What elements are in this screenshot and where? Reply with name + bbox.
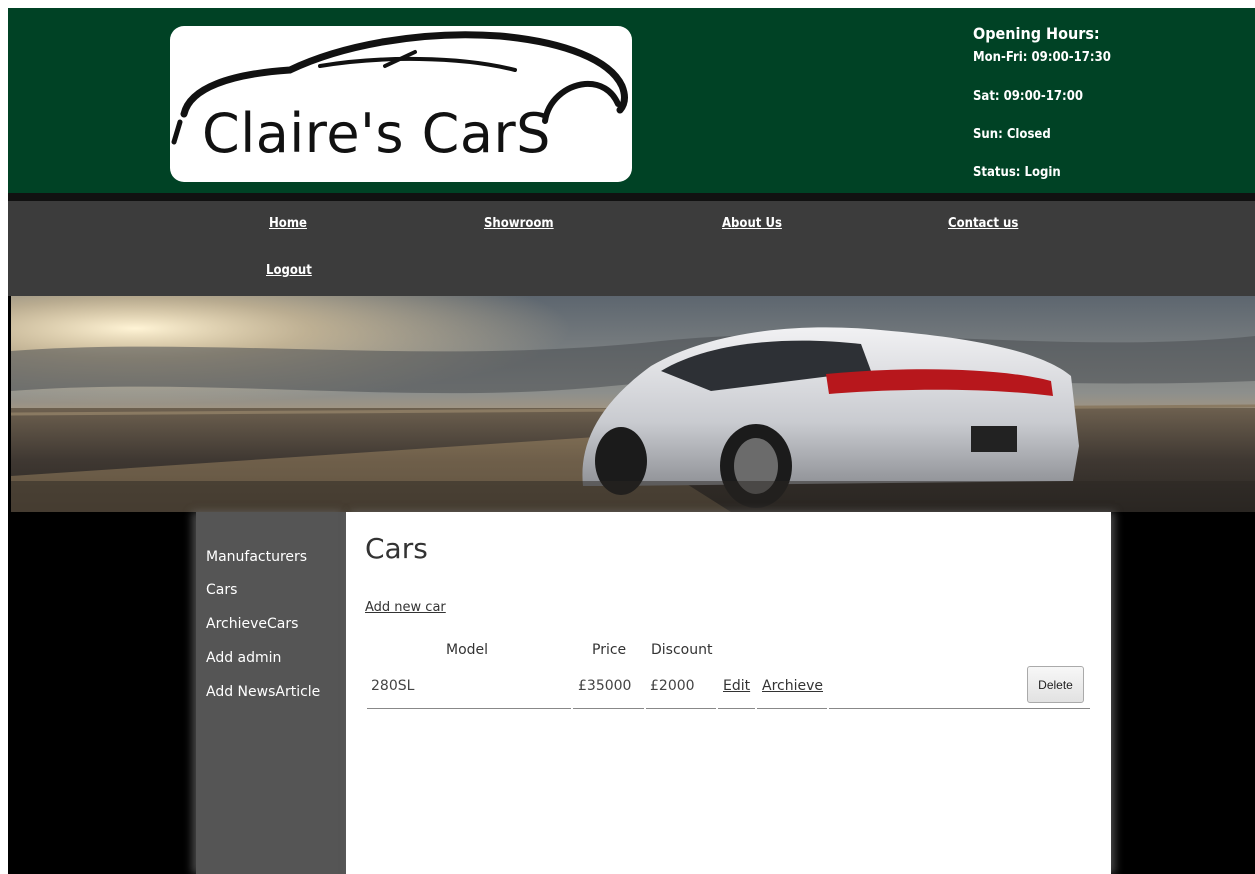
page-frame: Claire's CarS Opening Hours: Mon-Fri: 09… [8,8,1255,874]
hero-banner-image [11,296,1255,512]
row-divider [367,708,571,709]
cell-model: 280SL [371,678,415,694]
header-divider [8,193,1255,201]
nav-logout[interactable]: Logout [266,263,312,278]
add-new-car-link[interactable]: Add new car [365,600,446,615]
opening-hours-title: Opening Hours: [973,24,1100,43]
page-title: Cars [365,532,428,565]
archive-link[interactable]: Archieve [762,678,823,694]
row-divider [573,708,644,709]
hours-sunday: Sun: Closed [973,127,1051,142]
sidebar-item-add-news-article[interactable]: Add NewsArticle [206,684,320,700]
nav-contact-us[interactable]: Contact us [948,216,1018,231]
sidebar-item-add-admin[interactable]: Add admin [206,650,281,666]
hours-saturday: Sat: 09:00-17:00 [973,89,1083,104]
site-logo[interactable]: Claire's CarS [170,26,632,182]
row-divider [829,708,1090,709]
admin-sidebar: Manufacturers Cars ArchieveCars Add admi… [196,512,346,874]
nav-home[interactable]: Home [269,216,307,231]
sidebar-item-cars[interactable]: Cars [206,582,237,598]
nav-about-us[interactable]: About Us [722,216,782,231]
column-header-price: Price [592,642,627,658]
row-divider [757,708,827,709]
cell-price: £35000 [578,678,632,694]
cell-discount: £2000 [650,678,695,694]
column-header-discount: Discount [651,642,713,658]
row-divider [646,708,716,709]
hours-weekdays: Mon-Fri: 09:00-17:30 [973,50,1111,65]
main-content: Cars Add new car Model Price Discount 28… [346,512,1111,874]
nav-showroom[interactable]: Showroom [484,216,554,231]
delete-button[interactable]: Delete [1027,666,1084,703]
edit-link[interactable]: Edit [723,678,750,694]
main-nav: Home Showroom About Us Contact us Logout [8,201,1255,296]
column-header-model: Model [446,642,489,658]
logo-text: Claire's CarS [202,102,551,165]
site-header: Claire's CarS Opening Hours: Mon-Fri: 09… [8,8,1255,193]
login-status: Status: Login [973,165,1061,180]
sidebar-item-manufacturers[interactable]: Manufacturers [206,549,307,565]
sidebar-item-archive-cars[interactable]: ArchieveCars [206,616,298,632]
row-divider [718,708,755,709]
